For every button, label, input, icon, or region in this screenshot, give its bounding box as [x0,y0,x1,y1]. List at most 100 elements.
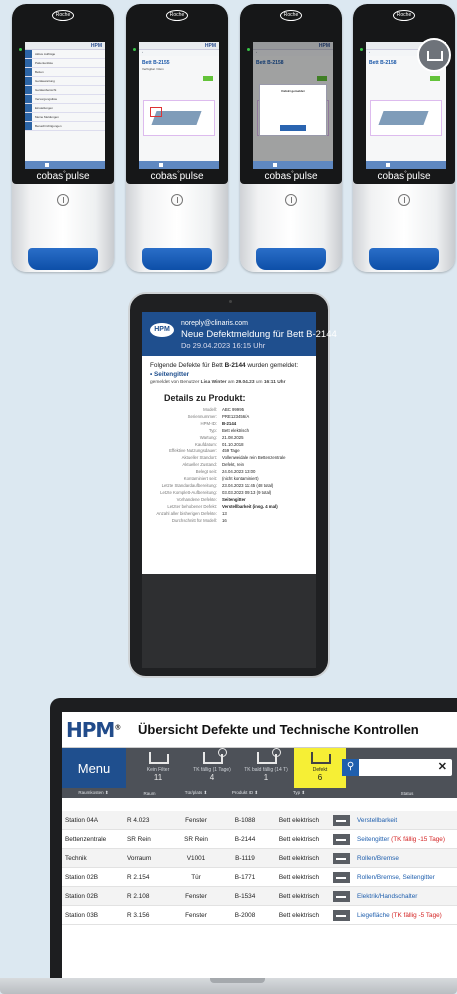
detail-value: 459 Tage [222,448,240,454]
detail-key: Aktueller Standort: [181,455,217,461]
menu-item[interactable]: Betten [25,68,105,77]
detail-value: ABC 99995 [222,407,244,412]
power-button[interactable] [285,194,297,206]
cell-place: SR Rein [184,835,208,843]
status-badge [317,76,327,81]
device-brand: cobas°pulse [377,171,431,182]
menu-item[interactable]: Meine Meldungen [25,113,105,122]
bed-diagram[interactable] [143,100,215,136]
column-header-status[interactable]: Status [354,791,457,796]
cell-place: Fenster [185,816,207,824]
detail-key: Belegt seit: [195,469,217,475]
defect-bed-icon [332,852,350,864]
filter-button[interactable]: TK bald fällig (14 T) 1 [240,748,292,788]
clear-search-icon[interactable]: ✕ [438,760,447,773]
detail-key: Durchschnitt für Modell: [171,517,217,523]
detail-key: HPM-ID: [200,420,217,426]
cell-type: Bett elektrisch [278,873,320,881]
filter-button[interactable]: Kein Filter 11 [132,748,184,788]
detail-row: Durchschnitt für Modell: 16 [150,518,308,525]
table-row[interactable]: Technik Vorraum V1001 B-1119 Bett elektr… [62,849,457,868]
status-led [360,48,363,51]
page-title: Übersicht Defekte und Technische Kontrol… [138,722,419,737]
cell-type: Bett elektrisch [278,835,320,843]
menu-item[interactable]: Geräteübersicht [25,86,105,95]
search-box[interactable]: ⚲ ✕ [342,759,452,776]
menu-button[interactable]: Menu [62,748,126,788]
cell-station: Station 02B [65,892,99,900]
menu-item[interactable]: Aktive Aufträge [25,50,105,59]
table-row[interactable]: Bettenzentrale SR Rein SR Rein B-2144 Be… [62,830,457,849]
detail-key: Aktueller Zustand: [182,462,217,468]
cell-status[interactable]: Seitengitter (TK fällig -15 Tage) [354,836,457,843]
detail-value: 16 [222,517,227,523]
hpm-app-logo: HPM® [66,718,121,742]
search-input[interactable] [362,761,432,773]
column-header-product-id[interactable]: Produkt ID ⬍ [220,790,270,796]
column-header-type[interactable]: Typ ⬍ [270,790,328,796]
menu-item[interactable]: Versorgungsliste [25,95,105,104]
ok-button[interactable] [280,125,306,131]
cell-status[interactable]: Rollen/Bremse, Seitengitter [354,874,457,881]
status-led [19,48,22,51]
cell-status[interactable]: Rollen/Bremse [354,855,457,862]
detail-value: 21.08.2025 [222,434,244,440]
detail-row: HPM-ID: B-2144 [150,421,308,428]
cell-product-id: B-2144 [234,835,256,843]
detail-value: B-2144 [222,420,237,426]
table-row[interactable]: Station 04A R 4.023 Fenster B-1088 Bett … [62,811,457,830]
selected-part-marker[interactable] [150,107,162,117]
phone-screen: HPM ‹ Bett B-2158 Defekt gemeldet [253,42,333,169]
power-button[interactable] [398,194,410,206]
detail-key: Wartung: [199,434,217,440]
menu-item[interactable]: Einstellungen [25,104,105,113]
scanner-foot [369,248,439,270]
screen-footer [366,161,446,169]
home-icon[interactable] [45,163,49,167]
email-intro: Folgende Defekte für Bett B-2144 wurden … [150,362,299,369]
cell-product-id: B-1534 [234,892,256,900]
table-row[interactable]: Station 03B R 3.156 Fenster B-2008 Bett … [62,906,457,925]
bed-clock-icon [203,748,227,764]
home-icon[interactable] [386,163,390,167]
screen-footer [25,161,105,169]
table-row[interactable]: Station 02B R 2.154 Tür B-1771 Bett elek… [62,868,457,887]
phone-device: Roche HPM ‹ Bett B-2155 Verfügbar / Rein … [126,4,228,272]
defect-bullet: • Seitengitter [150,371,190,378]
cell-status[interactable]: Elektrik/Handschalter [354,893,457,900]
detail-key: Effektive Nutzungsdauer: [169,448,217,454]
cell-status[interactable]: Verstellbarkeit [354,817,457,824]
column-header-station[interactable]: Raumkosten ⬍ [62,790,122,796]
laptop-screen: HPM® Übersicht Defekte und Technische Ko… [62,712,457,980]
table-row[interactable]: Station 02B R 2.108 Fenster B-1534 Bett … [62,887,457,906]
filter-button[interactable]: TK fällig (1 Tage) 4 [186,748,238,788]
cell-type: Bett elektrisch [278,816,320,824]
cell-product-id: B-1771 [234,873,256,881]
home-icon[interactable] [273,163,277,167]
screen-header: HPM [253,42,333,50]
power-button[interactable] [57,194,69,206]
scanner-foot [28,248,98,270]
detail-value: Vollenweidale rein Bettenzentrale [222,455,286,461]
device-brand: cobas°pulse [264,171,318,182]
tablet-empty-area [142,574,316,668]
bed-title: Bett B-2158 [256,60,284,66]
search-icon[interactable]: ⚲ [342,759,359,776]
menu-item[interactable]: Gerätewartung [25,77,105,86]
power-button[interactable] [171,194,183,206]
detail-key: Seriennummer: [187,413,217,419]
menu-item[interactable]: Patientenliste [25,59,105,68]
filter-button[interactable]: Defekt 6 [294,748,346,788]
cell-station: Station 02B [65,873,99,881]
cell-place: Fenster [185,911,207,919]
detail-row: Letzter behobener Defekt: Verstellbarkeit… [150,504,308,511]
home-icon[interactable] [159,163,163,167]
cell-type: Bett elektrisch [278,892,320,900]
roche-logo: Roche [166,10,188,21]
bed-diagram[interactable] [370,100,442,136]
column-header-place[interactable]: Tür/plats ⬍ [172,790,220,796]
cell-status[interactable]: Liegefläche (TK fällig -5 Tage) [354,912,457,919]
phone-screen: HPM Aktive Aufträge Patientenliste Betten Ge… [25,42,105,169]
column-header-room[interactable]: Raum [122,791,172,796]
menu-item[interactable]: Benachrichtigungen [25,122,105,131]
